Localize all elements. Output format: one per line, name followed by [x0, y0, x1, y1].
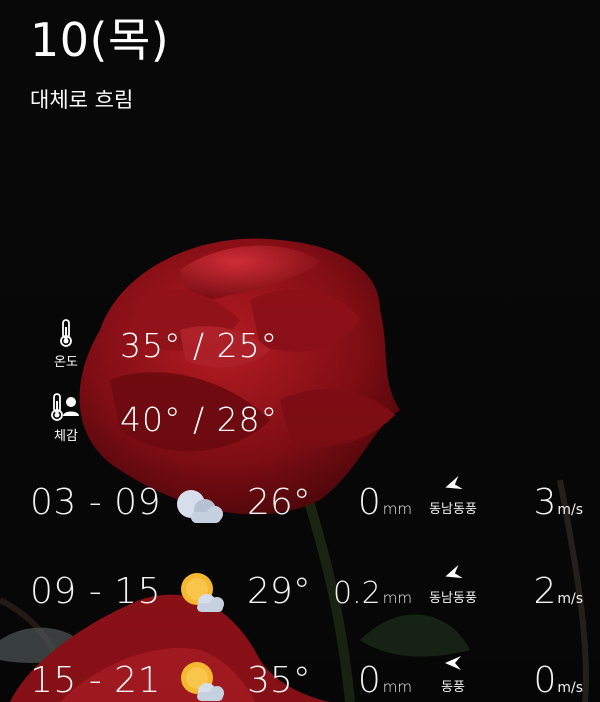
- thermometer-icon: [60, 319, 72, 347]
- temperature-label: 온도: [54, 355, 78, 370]
- forecast-time-range: 03 - 09: [30, 482, 161, 523]
- wind-direction-arrow-icon: [445, 656, 461, 670]
- wind-direction-label: 동남동풍: [429, 502, 477, 517]
- sun-behind-cloud-icon: [181, 662, 224, 701]
- forecast-wind-speed: 2m/s: [533, 571, 583, 612]
- forecast-time-range: 15 - 21: [30, 660, 161, 701]
- forecast-row: 15 - 21 35° 0 mm 동풍 0m/s: [0, 652, 600, 702]
- precipitation-value: 0.2: [333, 576, 381, 611]
- wind-speed-unit: m/s: [557, 680, 583, 696]
- sun-behind-cloud-icon: [181, 573, 224, 612]
- forecast-wind-direction: 동풍: [418, 654, 488, 695]
- precipitation-value: 0: [357, 482, 381, 523]
- feels-like-stat: 체감: [48, 392, 84, 444]
- wind-direction-label: 동풍: [441, 680, 465, 695]
- feels-like-row: 체감 40° / 28°: [48, 392, 448, 452]
- forecast-wind-direction: 동남동풍: [418, 475, 488, 517]
- date-title: 10(목): [30, 13, 170, 67]
- forecast-wind-direction: 동남동풍: [418, 564, 488, 606]
- forecast-time-range: 09 - 15: [30, 571, 161, 612]
- forecast-row: 09 - 15 29° 0.2 mm 동남동풍 2m/s: [0, 563, 600, 623]
- wind-direction-arrow-icon: [445, 564, 463, 579]
- feels-like-thermometer-person-icon: [51, 393, 79, 421]
- wind-direction-arrow-icon: [445, 475, 463, 490]
- wind-speed-unit: m/s: [557, 502, 583, 518]
- forecast-wind-speed: 3m/s: [533, 482, 583, 523]
- wind-speed-value: 3: [533, 482, 557, 523]
- wind-direction-label: 동남동풍: [429, 591, 477, 606]
- precipitation-unit: mm: [382, 589, 412, 607]
- forecast-precipitation: 0 mm: [358, 482, 412, 523]
- precipitation-unit: mm: [382, 678, 412, 696]
- wind-speed-value: 0: [533, 660, 557, 701]
- precipitation-value: 0: [357, 660, 381, 701]
- precipitation-unit: mm: [382, 500, 412, 518]
- temperature-stat: 온도: [48, 318, 84, 370]
- forecast-temperature: 29°: [247, 571, 311, 612]
- weather-detail-panel: 10(목) 대체로 흐림 온도 35° / 25° 체감 40° / 28° 0…: [0, 0, 600, 702]
- forecast-wind-speed: 0m/s: [533, 660, 583, 701]
- feels-like-label: 체감: [54, 429, 78, 444]
- temperature-row: 온도 35° / 25°: [48, 318, 448, 378]
- wind-speed-value: 2: [533, 571, 557, 612]
- forecast-row: 03 - 09 26° 0 mm 동남동풍 3m/s: [0, 474, 600, 534]
- cloudy-icon: [177, 490, 223, 523]
- forecast-precipitation: 0.2 mm: [333, 571, 412, 612]
- wind-speed-unit: m/s: [557, 591, 583, 607]
- forecast-temperature: 26°: [247, 482, 311, 523]
- weather-condition: 대체로 흐림: [30, 88, 134, 112]
- temperature-value: 35° / 25°: [120, 326, 279, 365]
- forecast-temperature: 35°: [247, 660, 311, 701]
- forecast-precipitation: 0 mm: [358, 660, 412, 701]
- feels-like-value: 40° / 28°: [120, 400, 279, 439]
